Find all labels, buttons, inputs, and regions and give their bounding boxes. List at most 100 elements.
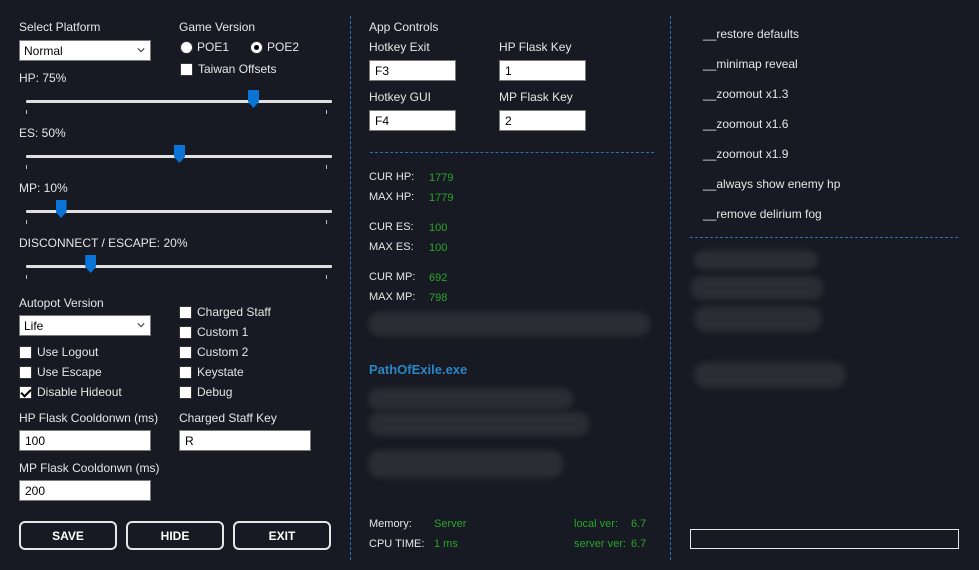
redacted-block	[368, 388, 573, 410]
platform-select[interactable]: Normal	[19, 40, 151, 61]
slider-tick	[26, 165, 27, 169]
slider-tick	[326, 275, 327, 279]
mp-slider-thumb[interactable]	[55, 200, 67, 218]
charged-staff-checkbox[interactable]: Charged Staff	[179, 305, 271, 319]
memory-value: Server	[434, 518, 467, 530]
cur-mp-label: CUR MP:	[369, 271, 416, 283]
cur-mp-value: 692	[429, 272, 448, 284]
use-logout-checkbox[interactable]: Use Logout	[19, 345, 98, 359]
max-es-value: 100	[429, 242, 448, 254]
mp-slider[interactable]	[26, 200, 332, 226]
right-bottom-input[interactable]	[690, 529, 959, 549]
cur-hp-value: 1779	[429, 172, 454, 184]
debug-checkbox[interactable]: Debug	[179, 385, 232, 399]
custom2-box	[179, 345, 192, 359]
custom1-checkbox[interactable]: Custom 1	[179, 325, 248, 339]
chevron-down-icon	[137, 323, 145, 328]
hp-slider[interactable]	[26, 90, 332, 116]
redacted-block	[694, 362, 846, 388]
custom1-label: Custom 1	[197, 325, 249, 339]
max-es-label: MAX ES:	[369, 241, 414, 253]
taiwan-offsets-box	[180, 62, 193, 76]
divider-left	[350, 16, 351, 560]
mp-slider-label: MP: 10%	[19, 181, 68, 195]
slider-tick	[326, 110, 327, 114]
disconnect-slider-label: DISCONNECT / ESCAPE: 20%	[19, 236, 188, 250]
memory-label: Memory:	[369, 518, 412, 530]
cur-es-value: 100	[429, 222, 448, 234]
autopot-version-label: Autopot Version	[19, 296, 104, 310]
keystate-checkbox[interactable]: Keystate	[179, 365, 244, 379]
autopot-select[interactable]: Life	[19, 315, 151, 336]
save-button[interactable]: SAVE	[19, 521, 117, 550]
hp-cooldown-input[interactable]	[19, 430, 151, 451]
chevron-down-icon	[137, 48, 145, 53]
radio-poe1-label: POE1	[197, 40, 230, 54]
slider-tick	[26, 110, 27, 114]
autopot-select-value: Life	[24, 319, 44, 333]
charged-staff-box	[179, 305, 192, 319]
max-mp-label: MAX MP:	[369, 291, 416, 303]
radio-poe2-dot	[250, 40, 263, 54]
mp-cooldown-label: MP Flask Cooldonwn (ms)	[19, 461, 160, 475]
divider-right	[670, 16, 671, 560]
max-hp-value: 1779	[429, 192, 454, 204]
hotkey-gui-input[interactable]	[369, 110, 456, 131]
platform-select-value: Normal	[24, 44, 63, 58]
redacted-block	[694, 306, 822, 332]
mp-flask-key-input[interactable]	[499, 110, 586, 131]
use-escape-checkbox[interactable]: Use Escape	[19, 365, 102, 379]
hotkey-exit-input[interactable]	[369, 60, 456, 81]
keystate-label: Keystate	[197, 365, 244, 379]
select-platform-label: Select Platform	[19, 20, 101, 34]
es-slider-thumb[interactable]	[174, 145, 185, 163]
local-ver-label: local ver:	[574, 518, 619, 530]
hp-flask-key-input[interactable]	[499, 60, 586, 81]
server-ver-label: server ver:	[574, 538, 626, 550]
hp-slider-track	[26, 100, 332, 103]
game-version-label: Game Version	[179, 20, 256, 34]
always-show-enemy-hp-item[interactable]: __always show enemy hp	[703, 177, 840, 191]
server-ver-value: 6.7	[631, 538, 647, 550]
max-hp-label: MAX HP:	[369, 191, 415, 203]
disable-hideout-checkbox[interactable]: Disable Hideout	[19, 385, 122, 399]
restore-defaults-item[interactable]: __restore defaults	[703, 27, 799, 41]
es-slider[interactable]	[26, 145, 332, 171]
charged-staff-key-input[interactable]	[179, 430, 311, 451]
custom2-checkbox[interactable]: Custom 2	[179, 345, 248, 359]
debug-box	[179, 385, 192, 399]
disconnect-slider[interactable]	[26, 255, 332, 281]
zoomout-1-6-item[interactable]: __zoomout x1.6	[703, 117, 788, 131]
cur-hp-label: CUR HP:	[369, 171, 415, 183]
mp-cooldown-input[interactable]	[19, 480, 151, 501]
use-escape-box	[19, 365, 32, 379]
slider-tick	[326, 165, 327, 169]
zoomout-1-3-item[interactable]: __zoomout x1.3	[703, 87, 788, 101]
disconnect-slider-thumb[interactable]	[85, 255, 97, 273]
divider-middle-horizontal	[370, 152, 654, 153]
radio-poe2[interactable]: POE2	[250, 40, 299, 54]
redacted-block	[690, 276, 824, 300]
redacted-block	[368, 450, 563, 478]
custom2-label: Custom 2	[197, 345, 249, 359]
charged-staff-label: Charged Staff	[197, 305, 271, 319]
minimap-reveal-item[interactable]: __minimap reveal	[703, 57, 798, 71]
redacted-block	[694, 250, 818, 270]
zoomout-1-9-item[interactable]: __zoomout x1.9	[703, 147, 788, 161]
max-mp-value: 798	[429, 292, 448, 304]
slider-tick	[326, 220, 327, 224]
hp-cooldown-label: HP Flask Cooldonwn (ms)	[19, 411, 159, 425]
cpu-time-label: CPU TIME:	[369, 538, 425, 550]
hide-button[interactable]: HIDE	[126, 521, 224, 550]
local-ver-value: 6.7	[631, 518, 647, 530]
taiwan-offsets-checkbox[interactable]: Taiwan Offsets	[180, 62, 276, 76]
hp-slider-thumb[interactable]	[248, 90, 259, 108]
radio-poe1[interactable]: POE1	[180, 40, 229, 54]
remove-delirium-fog-item[interactable]: __remove delirium fog	[703, 207, 822, 221]
divider-right-horizontal	[690, 237, 958, 238]
slider-tick	[26, 220, 27, 224]
mp-flask-key-label: MP Flask Key	[499, 90, 573, 104]
exit-button[interactable]: EXIT	[233, 521, 331, 550]
cur-es-label: CUR ES:	[369, 221, 414, 233]
redacted-block	[368, 412, 590, 436]
